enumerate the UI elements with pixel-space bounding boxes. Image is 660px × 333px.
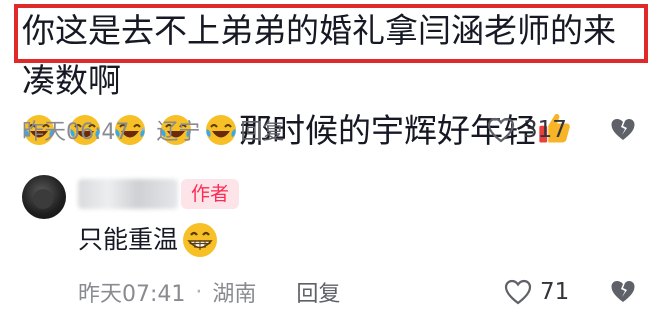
broken-heart-icon: [611, 281, 635, 302]
heart-icon: [487, 117, 515, 143]
author-badge: 作者: [181, 179, 240, 209]
like-button[interactable]: 71: [504, 279, 569, 305]
reply-text: 只能重温: [78, 220, 219, 260]
comment-text-line1: 你这是去不上弟弟的婚礼拿闫涵老师的来凑数啊: [22, 11, 616, 100]
reply-meta: 昨天07:41 · 湖南 回复 71: [78, 275, 648, 309]
dislike-button[interactable]: [610, 279, 636, 310]
dislike-button[interactable]: [610, 117, 636, 148]
separator-dot: ·: [195, 279, 203, 305]
broken-heart-icon: [611, 119, 635, 140]
like-count: 317: [523, 117, 567, 143]
reply-button[interactable]: 回复: [240, 114, 284, 146]
avatar-figure: [33, 189, 53, 209]
reply-comment-item: 作者 只能重温 昨天07:41 · 湖南 回复 71: [0, 165, 660, 333]
comment-item: 你这是去不上弟弟的婚礼拿闫涵老师的来凑数啊 那时候的宇辉好年轻 昨天06:47 …: [0, 0, 660, 165]
reply-button[interactable]: 回复: [296, 276, 340, 308]
heart-icon: [504, 279, 532, 305]
ip-region: 辽宁: [156, 120, 201, 145]
reply-text-content: 只能重温: [78, 225, 179, 254]
ip-region: 湖南: [212, 282, 257, 307]
comment-meta: 昨天06:47 · 辽宁 回复 317: [22, 113, 642, 147]
username-blurred[interactable]: [78, 179, 178, 209]
like-count: 71: [540, 279, 570, 305]
like-button[interactable]: 317: [487, 117, 567, 143]
reply-time: 昨天07:41: [78, 282, 186, 307]
grinning-face-icon: [183, 223, 218, 257]
comment-time: 昨天06:47: [22, 120, 130, 145]
avatar[interactable]: [22, 175, 66, 219]
separator-dot: ·: [139, 117, 147, 143]
